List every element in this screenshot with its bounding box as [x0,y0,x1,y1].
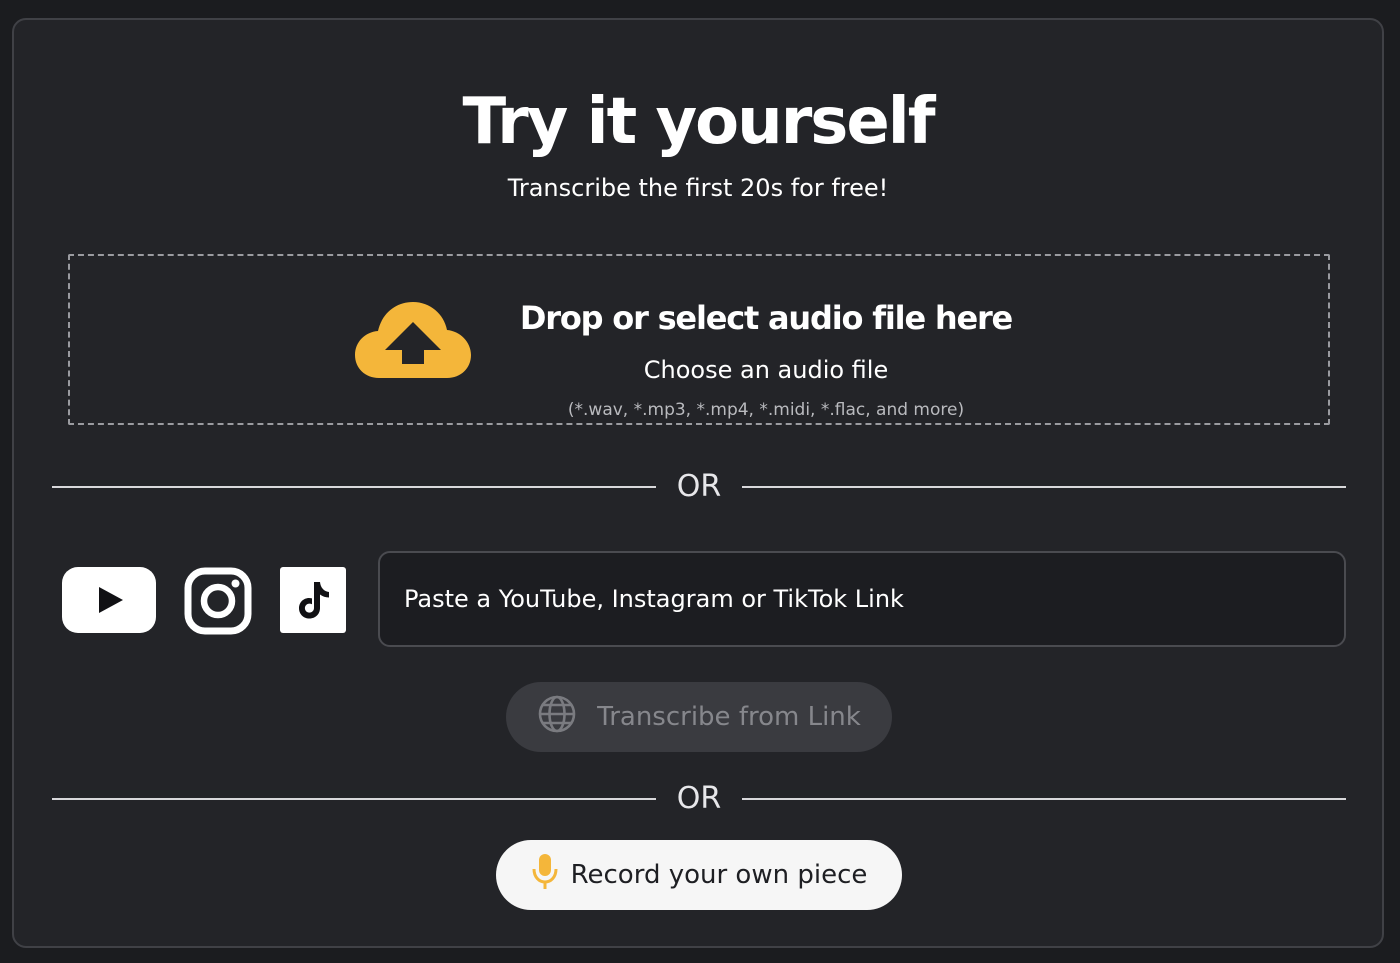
page-title: Try it yourself [462,85,935,159]
try-it-card: Try it yourself Transcribe the first 20s… [12,18,1384,948]
transcribe-button-label: Transcribe from Link [597,702,861,732]
divider-line-right [742,798,1346,800]
cloud-upload-icon [355,300,471,380]
record-button-label: Record your own piece [570,860,868,890]
youtube-icon [62,567,156,633]
divider-line-left [52,798,656,800]
microphone-icon [531,852,559,899]
record-your-own-piece-button[interactable]: Record your own piece [496,840,902,910]
or-divider: OR [52,472,1346,502]
dropzone-title: Drop or select audio file here [519,299,1013,337]
or-label: OR [676,781,722,816]
transcribe-from-link-button[interactable]: Transcribe from Link [506,682,892,752]
divider-line-right [742,486,1346,488]
globe-icon [537,694,577,741]
choose-audio-file-link[interactable]: Choose an audio file [466,354,1066,386]
or-label: OR [676,469,722,504]
divider-line-left [52,486,656,488]
page-subtitle: Transcribe the first 20s for free! [507,174,889,202]
or-divider-2: OR [52,784,1346,814]
media-link-input[interactable] [378,551,1346,647]
supported-formats: (*.wav, *.mp3, *.mp4, *.midi, *.flac, an… [567,400,965,420]
tiktok-icon [280,567,346,633]
instagram-icon [184,567,252,635]
audio-dropzone[interactable]: Drop or select audio file here Choose an… [68,254,1330,425]
